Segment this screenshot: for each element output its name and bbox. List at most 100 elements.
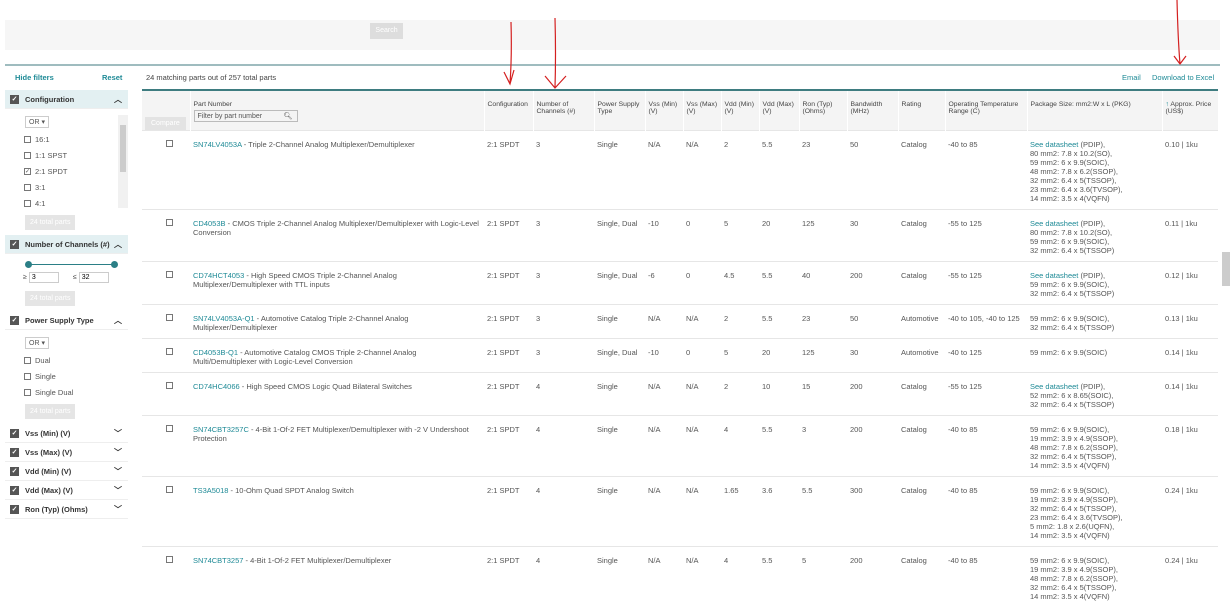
datasheet-link[interactable]: See datasheet xyxy=(1030,140,1078,149)
part-number-link[interactable]: CD4053B xyxy=(193,219,226,228)
checkbox-icon[interactable] xyxy=(24,389,31,396)
checkbox-icon[interactable] xyxy=(24,373,31,380)
power-supply-option[interactable]: Dual xyxy=(5,352,128,368)
back-to-top-button[interactable] xyxy=(1222,252,1230,286)
power-operator-select[interactable]: OR ▾ xyxy=(25,337,49,349)
power-supply-option[interactable]: Single Dual xyxy=(5,384,128,400)
configuration-option[interactable]: 16:1 xyxy=(5,131,128,147)
datasheet-link[interactable]: See datasheet xyxy=(1030,382,1078,391)
chevron-down-icon[interactable]: ﹀ xyxy=(114,466,122,477)
part-filter-input[interactable]: Filter by part number🔍︎ xyxy=(194,110,298,122)
table-cell: 4 xyxy=(533,547,594,607)
column-header[interactable]: Rating xyxy=(898,91,945,131)
hide-filters-link[interactable]: Hide filters xyxy=(15,73,54,82)
filter-collapsed-header[interactable]: ✓Vdd (Min) (V)﹀ xyxy=(5,462,128,481)
checkbox-icon[interactable]: ✓ xyxy=(10,467,19,476)
configuration-operator-select[interactable]: OR ▾ xyxy=(25,116,49,128)
configuration-total-button[interactable]: 24 total parts xyxy=(25,215,75,230)
checkbox-icon[interactable] xyxy=(24,184,31,191)
checkbox-icon[interactable] xyxy=(24,357,31,364)
filter-collapsed-header[interactable]: ✓Vdd (Max) (V)﹀ xyxy=(5,481,128,500)
checkbox-icon[interactable]: ✓ xyxy=(10,448,19,457)
channels-range-slider[interactable] xyxy=(25,258,118,272)
filter-collapsed-header[interactable]: ✓Vss (Max) (V)﹀ xyxy=(5,443,128,462)
filter-collapsed-header[interactable]: ✓Ron (Typ) (Ohms)﹀ xyxy=(5,500,128,519)
filter-channels-header[interactable]: ✓Number of Channels (#)︿ xyxy=(5,235,128,254)
checkbox-icon[interactable]: ✓ xyxy=(10,316,19,325)
checkbox-icon[interactable] xyxy=(24,152,31,159)
compare-checkbox[interactable] xyxy=(166,314,173,321)
compare-checkbox[interactable] xyxy=(166,556,173,563)
checkbox-icon[interactable]: ✓ xyxy=(10,429,19,438)
compare-checkbox[interactable] xyxy=(166,348,173,355)
configuration-scrollbar[interactable] xyxy=(118,115,128,208)
filter-collapsed-header[interactable]: ✓Vss (Min) (V)﹀ xyxy=(5,424,128,443)
compare-checkbox[interactable] xyxy=(166,425,173,432)
chevron-down-icon[interactable]: ﹀ xyxy=(114,447,122,458)
channels-min-input[interactable] xyxy=(29,272,59,283)
column-header[interactable]: Operating Temperature Range (C) xyxy=(945,91,1027,131)
channels-max-input[interactable] xyxy=(79,272,109,283)
column-header[interactable]: Bandwidth (MHz) xyxy=(847,91,898,131)
checkbox-icon[interactable] xyxy=(24,136,31,143)
power-total-button[interactable]: 24 total parts xyxy=(25,404,75,419)
checkbox-icon[interactable]: ✓ xyxy=(10,505,19,514)
email-link[interactable]: Email xyxy=(1122,73,1141,82)
chevron-up-icon[interactable]: ︿ xyxy=(114,94,122,105)
power-supply-option[interactable]: Single xyxy=(5,368,128,384)
part-number-link[interactable]: SN74CBT3257 xyxy=(193,556,243,565)
compare-checkbox[interactable] xyxy=(166,140,173,147)
compare-checkbox[interactable] xyxy=(166,382,173,389)
datasheet-link[interactable]: See datasheet xyxy=(1030,271,1078,280)
part-number-link[interactable]: SN74LV4053A xyxy=(193,140,242,149)
configuration-option[interactable]: 3:1 xyxy=(5,179,128,195)
part-number-link[interactable]: CD74HCT4053 xyxy=(193,271,244,280)
column-header[interactable]: Configuration xyxy=(484,91,533,131)
part-number-link[interactable]: SN74LV4053A-Q1 xyxy=(193,314,255,323)
checkbox-icon[interactable] xyxy=(24,200,31,207)
configuration-option[interactable]: ✓2:1 SPDT xyxy=(5,163,128,179)
column-header[interactable]: Power Supply Type xyxy=(594,91,645,131)
reset-link[interactable]: Reset xyxy=(102,73,122,82)
configuration-option[interactable]: 1:1 SPST xyxy=(5,147,128,163)
compare-checkbox[interactable] xyxy=(166,271,173,278)
part-number-link[interactable]: SN74CBT3257C xyxy=(193,425,249,434)
slider-min-handle[interactable] xyxy=(25,261,32,268)
compare-checkbox[interactable] xyxy=(166,219,173,226)
chevron-down-icon[interactable]: ﹀ xyxy=(114,504,122,515)
column-header[interactable]: Vss (Max) (V) xyxy=(683,91,721,131)
download-excel-link[interactable]: Download to Excel xyxy=(1152,73,1214,82)
checkbox-icon[interactable]: ✓ xyxy=(24,168,31,175)
checkbox-icon[interactable]: ✓ xyxy=(10,240,19,249)
channels-total-button[interactable]: 24 total parts xyxy=(25,291,75,306)
part-number-link[interactable]: TS3A5018 xyxy=(193,486,228,495)
arrow-up-icon[interactable]: ↑ xyxy=(1166,101,1169,108)
column-header[interactable]: ↑ Approx. Price (US$) xyxy=(1162,91,1218,131)
checkbox-icon[interactable]: ✓ xyxy=(10,95,19,104)
chevron-down-icon[interactable]: ﹀ xyxy=(114,485,122,496)
filter-configuration-header[interactable]: ✓Configuration︿ xyxy=(5,90,128,109)
slider-max-handle[interactable] xyxy=(111,261,118,268)
chevron-down-icon[interactable]: ﹀ xyxy=(114,428,122,439)
column-header[interactable]: Number of Channels (#) xyxy=(533,91,594,131)
search-button[interactable]: Search xyxy=(370,23,403,39)
filter-power-header[interactable]: ✓Power Supply Type︿ xyxy=(5,311,128,330)
column-header[interactable]: Ron (Typ) (Ohms) xyxy=(799,91,847,131)
chevron-up-icon[interactable]: ︿ xyxy=(114,239,122,250)
checkbox-icon[interactable]: ✓ xyxy=(10,486,19,495)
part-number-link[interactable]: CD4053B-Q1 xyxy=(193,348,238,357)
column-header[interactable]: Vdd (Max) (V) xyxy=(759,91,799,131)
compare-button[interactable]: Compare xyxy=(145,117,186,130)
search-icon[interactable]: 🔍︎ xyxy=(284,111,293,122)
table-cell: Single xyxy=(594,416,645,477)
table-cell: 2:1 SPDT xyxy=(484,210,533,262)
column-header[interactable]: Vss (Min) (V) xyxy=(645,91,683,131)
datasheet-link[interactable]: See datasheet xyxy=(1030,219,1078,228)
part-number-link[interactable]: CD74HC4066 xyxy=(193,382,240,391)
column-header[interactable]: Vdd (Min) (V) xyxy=(721,91,759,131)
compare-checkbox[interactable] xyxy=(166,486,173,493)
table-cell: 200 xyxy=(847,373,898,416)
chevron-up-icon[interactable]: ︿ xyxy=(114,315,122,326)
column-header[interactable]: Package Size: mm2:W x L (PKG) xyxy=(1027,91,1162,131)
configuration-option[interactable]: 4:1 xyxy=(5,195,128,211)
